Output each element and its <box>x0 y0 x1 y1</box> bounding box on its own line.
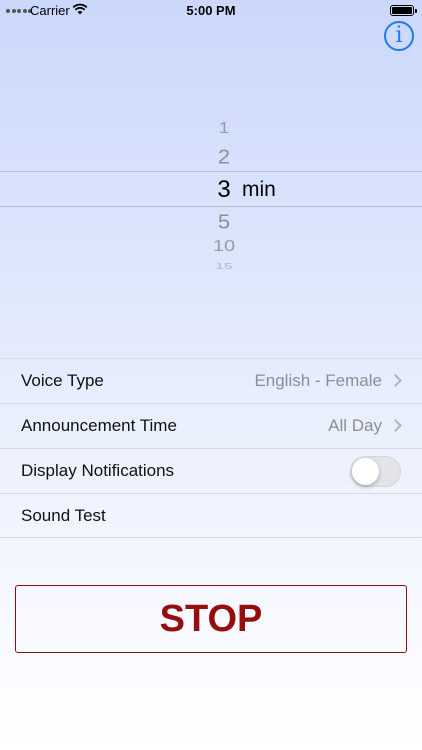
picker-selection-top-line <box>0 171 422 172</box>
chevron-right-icon <box>389 419 402 432</box>
chevron-right-icon <box>389 374 402 387</box>
toggle-knob <box>352 458 379 485</box>
picker-unit-label: min <box>242 178 276 201</box>
picker-selected-value: 3 <box>217 176 231 203</box>
picker-option[interactable]: 10 <box>0 238 422 256</box>
voice-type-label: Voice Type <box>21 371 104 390</box>
display-notifications-row: Display Notifications <box>0 448 422 493</box>
picker-option[interactable]: 5 <box>0 210 422 234</box>
settings-list: Voice Type English - Female Announcement… <box>0 358 422 538</box>
picker-selected-row[interactable]: 3 min <box>0 174 422 204</box>
sound-test-row[interactable]: Sound Test <box>0 493 422 538</box>
info-icon: i <box>395 23 403 48</box>
status-bar: Carrier 5:00 PM <box>0 0 422 22</box>
interval-picker[interactable]: 1 2 3 min 5 10 15 <box>0 110 422 280</box>
picker-option[interactable]: 2 <box>0 145 422 169</box>
display-notifications-toggle[interactable] <box>350 456 401 487</box>
picker-option[interactable]: 1 <box>0 120 422 138</box>
announcement-time-value: All Day <box>328 416 382 435</box>
announcement-time-row[interactable]: Announcement Time All Day <box>0 403 422 448</box>
voice-type-value: English - Female <box>254 371 382 390</box>
info-button[interactable]: i <box>384 21 414 51</box>
status-time: 5:00 PM <box>186 3 236 18</box>
sound-test-label: Sound Test <box>21 506 106 525</box>
display-notifications-label: Display Notifications <box>21 461 175 480</box>
picker-selection-bottom-line <box>0 206 422 207</box>
battery-icon <box>390 5 417 16</box>
announcement-time-label: Announcement Time <box>21 416 177 435</box>
voice-type-row[interactable]: Voice Type English - Female <box>0 358 422 403</box>
picker-option[interactable]: 15 <box>0 263 422 272</box>
stop-button[interactable]: STOP <box>15 585 407 653</box>
